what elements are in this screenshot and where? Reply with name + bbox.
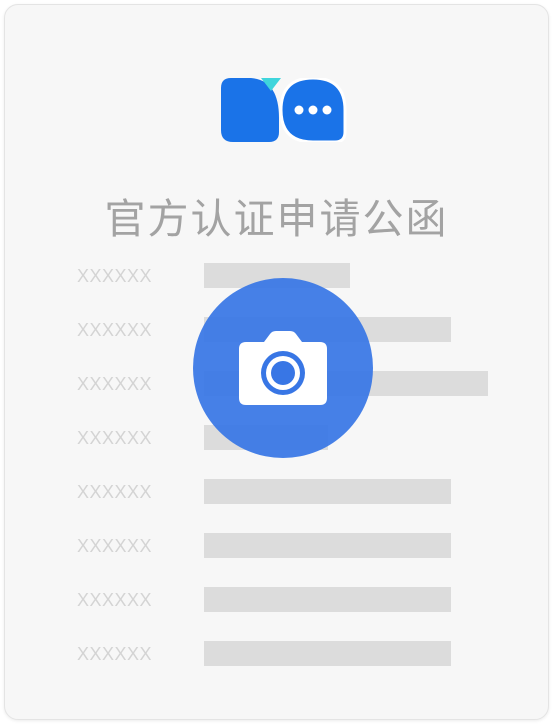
placeholder-value-bar: [204, 587, 451, 612]
chat-bubble-logo-icon: [221, 78, 347, 142]
placeholder-value-bar: [204, 641, 451, 666]
placeholder-value-bar: [204, 533, 451, 558]
row-label: XXXXXX: [77, 590, 153, 610]
row-label: XXXXXX: [77, 374, 153, 394]
camera-icon: [239, 331, 327, 405]
row-label: XXXXXX: [77, 482, 153, 502]
document-card: 官方认证申请公函 XXXXXX XXXXXX XXXXXX XXXXXX XXXXXX X…: [4, 4, 549, 720]
row-label: XXXXXX: [77, 428, 153, 448]
page-title: 官方认证申请公函: [104, 195, 449, 243]
row-label: XXXXXX: [77, 266, 153, 286]
row-label: XXXXXX: [77, 320, 153, 340]
camera-upload-button[interactable]: [193, 278, 373, 458]
placeholder-value-bar: [204, 479, 451, 504]
row-label: XXXXXX: [77, 536, 153, 556]
row-label: XXXXXX: [77, 644, 153, 664]
